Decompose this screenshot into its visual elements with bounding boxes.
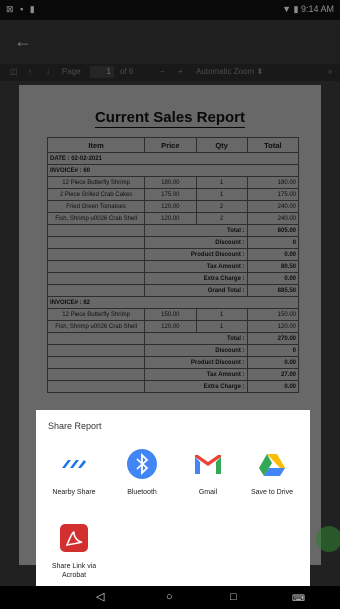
share-sheet: Share Report Nearby Share Bluetooth Gmai… xyxy=(36,410,310,593)
nearby-share-icon xyxy=(58,448,90,480)
bluetooth-icon xyxy=(126,448,158,480)
share-sheet-title: Share Report xyxy=(48,421,102,431)
share-option-label: Gmail xyxy=(198,489,218,496)
nav-home-icon[interactable]: ○ xyxy=(166,591,173,603)
share-option-label: Save to Drive xyxy=(250,489,294,496)
system-nav-bar: ◁ ○ □ ⌨ xyxy=(0,586,340,609)
share-option-label: Bluetooth xyxy=(127,489,157,496)
share-option-drive[interactable]: Save to Drive xyxy=(240,448,304,497)
gmail-icon xyxy=(192,448,224,480)
share-option-label: Share Link via Acrobat xyxy=(51,563,97,579)
acrobat-icon xyxy=(58,522,90,554)
share-option-gmail[interactable]: Gmail xyxy=(176,448,240,497)
share-option-label: Nearby Share xyxy=(52,489,96,496)
share-fab xyxy=(316,526,340,552)
share-option-nearby[interactable]: Nearby Share xyxy=(42,448,106,497)
nav-recents-icon[interactable]: □ xyxy=(230,591,237,603)
keyboard-icon[interactable]: ⌨ xyxy=(292,592,305,604)
nav-back-icon[interactable]: ◁ xyxy=(96,591,104,603)
drive-icon xyxy=(256,448,288,480)
share-option-bluetooth[interactable]: Bluetooth xyxy=(110,448,174,497)
app-frame: ⊠ ▪ ▮ ▼ ▮ 9:14 AM ← ◫ ↑ ↓ Page 1 of 6 − … xyxy=(0,0,340,609)
share-option-acrobat[interactable]: Share Link via Acrobat xyxy=(42,522,106,580)
